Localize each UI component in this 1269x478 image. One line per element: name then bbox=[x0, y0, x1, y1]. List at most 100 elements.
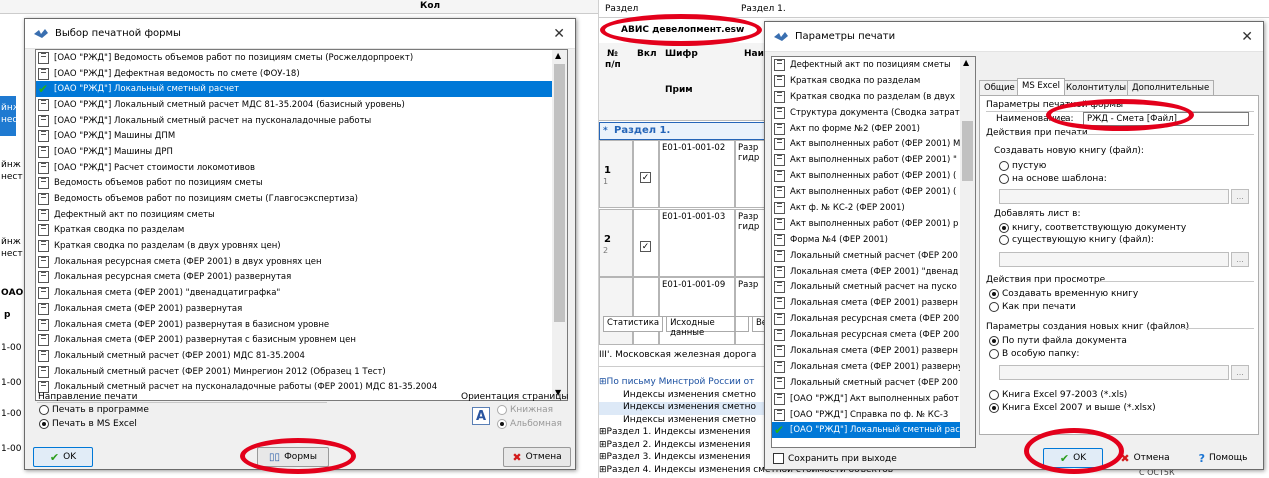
form-list-item[interactable]: Краткая сводка по разделам (в двух уровн… bbox=[36, 238, 567, 254]
print-form-item[interactable]: Акт выполненных работ (ФЕР 2001) р bbox=[772, 216, 975, 232]
radio-icon[interactable] bbox=[989, 403, 999, 413]
form-list-item[interactable]: [ОАО "РЖД"] Расчет стоимости локомотивов bbox=[36, 160, 567, 176]
row-include-cell[interactable] bbox=[633, 277, 659, 345]
print-form-item[interactable]: [ОАО "РЖД"] Акт выполненных работ bbox=[772, 391, 975, 407]
form-list-item[interactable]: Локальная смета (ФЕР 2001) "двенадцатигр… bbox=[36, 285, 567, 301]
form-list-item[interactable]: Ведомость объемов работ по позициям смет… bbox=[36, 176, 567, 192]
browse-existing-button[interactable]: ... bbox=[1231, 252, 1249, 267]
tab-source-data[interactable]: Исходные данные bbox=[666, 317, 749, 338]
form-list[interactable]: [ОАО "РЖД"] Ведомость объемов работ по п… bbox=[35, 49, 568, 401]
tab-2[interactable]: Колонтитулы bbox=[1061, 80, 1132, 95]
radio-view-as-print[interactable]: Как при печати bbox=[989, 302, 1076, 312]
print-form-item[interactable]: Локальный сметный расчет (ФЕР 200 bbox=[772, 375, 975, 391]
print-form-list[interactable]: Дефектный акт по позициям сметы Краткая с… bbox=[771, 56, 976, 448]
radio-icon[interactable] bbox=[497, 405, 507, 415]
print-form-item[interactable]: Акт выполненных работ (ФЕР 2001) ( bbox=[772, 184, 975, 200]
radio-icon[interactable] bbox=[999, 223, 1009, 233]
form-list-item[interactable]: Локальный сметный расчет (ФЕР 2001) Минр… bbox=[36, 364, 567, 380]
cancel-button[interactable]: ✖ Отмена bbox=[503, 447, 571, 467]
form-list-item[interactable]: ✔ [ОАО "РЖД"] Локальный сметный расчет bbox=[36, 81, 567, 98]
print-form-item[interactable]: Акт выполненных работ (ФЕР 2001) " bbox=[772, 152, 975, 168]
tree-item[interactable]: ⊞Раздел 3. Индексы изменения bbox=[599, 452, 774, 465]
radio-portrait[interactable]: Книжная bbox=[497, 405, 553, 415]
print-form-item[interactable]: Краткая сводка по разделам (в двух bbox=[772, 89, 975, 105]
radio-landscape[interactable]: Альбомная bbox=[497, 419, 562, 429]
browse-template-button[interactable]: ... bbox=[1231, 189, 1249, 204]
expand-icon[interactable]: ⊞ bbox=[599, 465, 607, 475]
radio-icon[interactable] bbox=[497, 419, 507, 429]
tree-item[interactable]: ⊞По письму Минстрой России от bbox=[599, 377, 774, 390]
tab-1[interactable]: MS Excel bbox=[1017, 78, 1065, 95]
print-form-item[interactable]: Форма №4 (ФЕР 2001) bbox=[772, 232, 975, 248]
form-list-scrollbar[interactable]: ▲ ▼ bbox=[552, 50, 567, 400]
radio-add-doc-book[interactable]: книгу, соответствующую документу bbox=[999, 223, 1186, 233]
checkbox-checked-icon[interactable]: ✓ bbox=[640, 241, 651, 252]
radio-icon[interactable] bbox=[39, 419, 49, 429]
tree-item[interactable]: ⊞Раздел 1. Индексы изменения bbox=[599, 427, 774, 440]
expand-icon[interactable]: ⊞ bbox=[599, 377, 607, 387]
folder-path-field[interactable] bbox=[999, 365, 1229, 380]
form-list-item[interactable]: Локальная смета (ФЕР 2001) развернутая bbox=[36, 301, 567, 317]
checkbox-icon[interactable] bbox=[773, 453, 784, 464]
print-form-item[interactable]: Краткая сводка по разделам bbox=[772, 73, 975, 89]
form-list-item[interactable]: Локальный сметный расчет (ФЕР 2001) МДС … bbox=[36, 348, 567, 364]
radio-icon[interactable] bbox=[989, 302, 999, 312]
radio-view-temp[interactable]: Создавать временную книгу bbox=[989, 289, 1138, 299]
form-list-item[interactable]: Дефектный акт по позициям сметы bbox=[36, 207, 567, 223]
scroll-thumb[interactable] bbox=[962, 121, 973, 181]
print-form-item[interactable]: Локальная смета (ФЕР 2001) "двенад bbox=[772, 264, 975, 280]
print-form-item[interactable]: [ОАО "РЖД"] Справка по ф. № КС-3 bbox=[772, 407, 975, 423]
print-form-scrollbar[interactable]: ▲ bbox=[960, 57, 975, 447]
radio-add-existing[interactable]: существующую книгу (файл): bbox=[999, 235, 1154, 245]
radio-xls[interactable]: Книга Excel 97-2003 (*.xls) bbox=[989, 390, 1127, 400]
print-form-item[interactable]: Локальная ресурсная смета (ФЕР 200 bbox=[772, 327, 975, 343]
print-form-item[interactable]: Структура документа (Сводка затрат bbox=[772, 105, 975, 121]
radio-doc-path[interactable]: По пути файла документа bbox=[989, 336, 1127, 346]
form-list-item[interactable]: Локальная ресурсная смета (ФЕР 2001) в д… bbox=[36, 254, 567, 270]
print-form-item[interactable]: Акт выполненных работ (ФЕР 2001) ( bbox=[772, 168, 975, 184]
form-list-item[interactable]: [ОАО "РЖД"] Ведомость объемов работ по п… bbox=[36, 50, 567, 66]
form-list-item[interactable]: [ОАО "РЖД"] Локальный сметный расчет на … bbox=[36, 113, 567, 129]
form-list-item[interactable]: Локальная смета (ФЕР 2001) развернутая с… bbox=[36, 332, 567, 348]
radio-print-excel[interactable]: Печать в MS Excel bbox=[39, 419, 137, 429]
radio-icon[interactable] bbox=[989, 336, 999, 346]
radio-xlsx[interactable]: Книга Excel 2007 и выше (*.xlsx) bbox=[989, 403, 1156, 413]
checkbox-checked-icon[interactable]: ✓ bbox=[640, 172, 651, 183]
row-include-cell[interactable]: ✓ bbox=[633, 140, 659, 208]
template-path-field[interactable] bbox=[999, 189, 1229, 204]
print-form-item[interactable]: Локальная ресурсная смета (ФЕР 200 bbox=[772, 311, 975, 327]
tab-statistics[interactable]: Статистика bbox=[603, 317, 664, 332]
scroll-up-icon[interactable]: ▲ bbox=[963, 58, 969, 67]
print-form-item[interactable]: Локальный сметный расчет (ФЕР 200 bbox=[772, 248, 975, 264]
print-form-item[interactable]: Дефектный акт по позициям сметы bbox=[772, 57, 975, 73]
tab-3[interactable]: Дополнительные bbox=[1127, 80, 1215, 95]
tree-item[interactable]: ⊞Раздел 2. Индексы изменения bbox=[599, 440, 774, 453]
tab-0[interactable]: Общие bbox=[979, 80, 1020, 95]
expand-icon[interactable]: ⊞ bbox=[599, 427, 607, 437]
radio-icon[interactable] bbox=[989, 390, 999, 400]
tree-item[interactable]: Индексы изменения сметно bbox=[599, 415, 774, 428]
print-form-item[interactable]: Локальная смета (ФЕР 2001) разверн bbox=[772, 295, 975, 311]
existing-path-field[interactable] bbox=[999, 252, 1229, 267]
radio-print-program[interactable]: Печать в программе bbox=[39, 405, 149, 415]
browse-folder-button[interactable]: ... bbox=[1231, 365, 1249, 380]
scroll-thumb[interactable] bbox=[554, 64, 565, 322]
ok-button[interactable]: ✔ OK bbox=[33, 447, 93, 467]
row-code[interactable]: Е01-01-001-02 bbox=[659, 140, 735, 208]
form-list-item[interactable]: Ведомость объемов работ по позициям смет… bbox=[36, 191, 567, 207]
print-form-item[interactable]: Локальная смета (ФЕР 2001) разверну bbox=[772, 359, 975, 375]
radio-special-folder[interactable]: В особую папку: bbox=[989, 349, 1079, 359]
close-icon[interactable]: ✕ bbox=[1241, 29, 1253, 45]
form-list-item[interactable]: [ОАО "РЖД"] Локальный сметный расчет МДС… bbox=[36, 97, 567, 113]
print-form-item[interactable]: ✔ [ОАО "РЖД"] Локальный сметный рас bbox=[772, 422, 975, 439]
radio-icon[interactable] bbox=[999, 174, 1009, 184]
tree-item[interactable]: ⊞Раздел 4. Индексы изменения сметной сто… bbox=[599, 465, 893, 478]
section-row[interactable]: * Раздел 1. bbox=[599, 122, 767, 140]
form-list-item[interactable]: Локальная ресурсная смета (ФЕР 2001) раз… bbox=[36, 270, 567, 286]
form-list-item[interactable]: Локальная смета (ФЕР 2001) развернутая в… bbox=[36, 317, 567, 333]
help-button[interactable]: ? Помощь bbox=[1187, 448, 1259, 468]
print-form-item[interactable]: Акт ф. № КС-2 (ФЕР 2001) bbox=[772, 200, 975, 216]
radio-icon[interactable] bbox=[989, 349, 999, 359]
form-list-item[interactable]: [ОАО "РЖД"] Дефектная ведомость по смете… bbox=[36, 66, 567, 82]
scroll-up-icon[interactable]: ▲ bbox=[555, 51, 561, 60]
